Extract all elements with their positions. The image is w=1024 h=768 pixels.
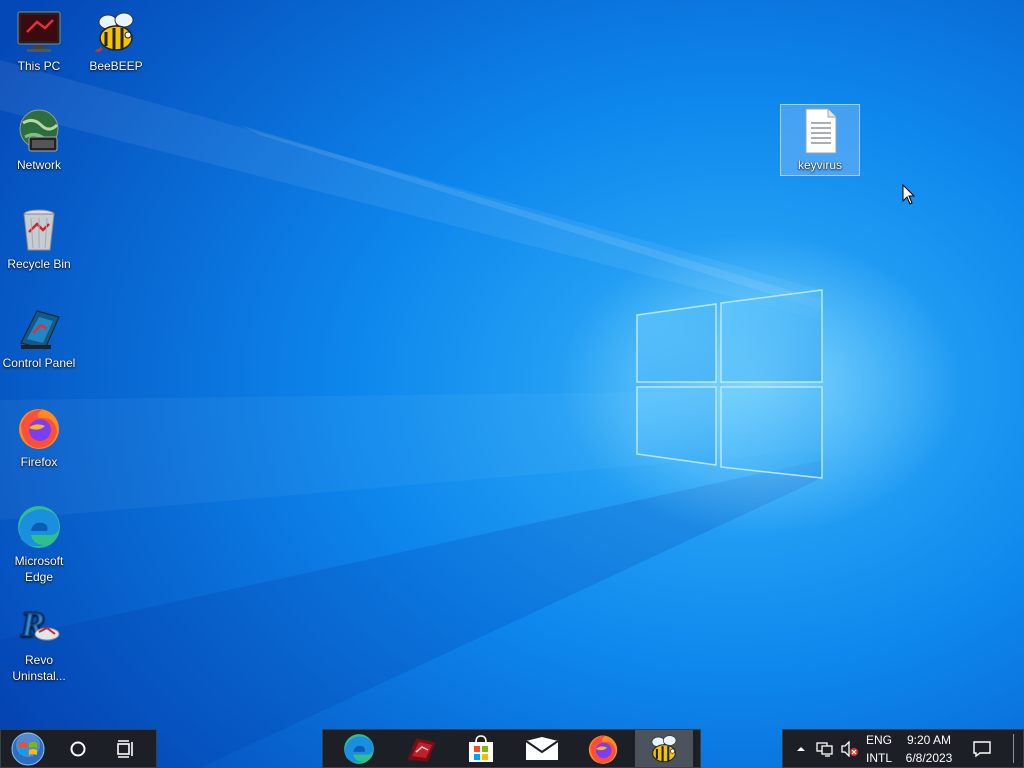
desktop-icon-label: Microsoft Edge xyxy=(14,554,64,584)
taskbar-beebeep-button[interactable] xyxy=(635,730,693,767)
desktop-icon-label: BeeBEEP xyxy=(89,59,143,73)
beebeep-icon xyxy=(651,734,677,762)
taskbar-mail-button[interactable] xyxy=(511,730,573,767)
task-view-icon xyxy=(117,739,133,758)
system-tray: ENG INTL 9:20 AM 6/8/2023 xyxy=(782,729,1024,768)
beebeep-icon xyxy=(94,12,134,53)
desktop-icon-microsoft-edge[interactable]: Microsoft Edge xyxy=(0,503,78,585)
network-tray-icon xyxy=(816,741,833,757)
mail-icon xyxy=(525,736,559,760)
language-indicator[interactable]: ENG INTL xyxy=(863,731,895,767)
task-view-button[interactable] xyxy=(105,730,147,767)
taskbar-edge-button[interactable] xyxy=(329,730,389,767)
circle-search-icon xyxy=(70,741,86,756)
show-desktop-button[interactable] xyxy=(1013,734,1014,763)
taskbar-store-button[interactable] xyxy=(451,730,511,767)
desktop-icon-this-pc[interactable]: This PC xyxy=(0,8,78,74)
clock-date: 6/8/2023 xyxy=(905,751,953,765)
language-top-label: ENG xyxy=(865,733,892,747)
action-center-button[interactable] xyxy=(967,730,997,767)
taskbar-firefox-button[interactable] xyxy=(573,730,633,767)
desktop-icon-network[interactable]: Network xyxy=(0,107,78,173)
desktop-icon-label: Recycle Bin xyxy=(7,257,71,271)
desktop-icon-recycle-bin[interactable]: Recycle Bin xyxy=(0,206,78,272)
desktop-icon-beebeep[interactable]: BeeBEEP xyxy=(77,8,155,74)
taskbar-red-app-button[interactable] xyxy=(391,730,451,767)
firefox-icon xyxy=(19,409,59,449)
desktop-wallpaper xyxy=(0,0,1024,768)
desktop-icon-keyvirus[interactable]: keyvirus xyxy=(780,104,860,176)
show-hidden-icons-button[interactable] xyxy=(791,730,811,767)
desktop-icon-label: Network xyxy=(16,158,61,172)
mouse-cursor-icon xyxy=(902,184,916,205)
language-bottom-label: INTL xyxy=(865,751,892,765)
start-button[interactable] xyxy=(3,730,53,767)
windows-orb-icon xyxy=(11,732,45,765)
edge-icon xyxy=(18,506,60,548)
desktop-icon-label: Firefox xyxy=(20,455,58,469)
network-tray-button[interactable] xyxy=(813,730,837,767)
volume-muted-icon xyxy=(841,740,858,757)
notifications-icon xyxy=(973,740,991,757)
desktop-icon-revo-uninstaller[interactable]: R Revo Uninstal... xyxy=(0,602,78,684)
search-button[interactable] xyxy=(57,730,99,767)
text-file-icon xyxy=(805,108,837,154)
recycle-bin-icon xyxy=(23,209,55,251)
desktop-icon-control-panel[interactable]: Control Panel xyxy=(0,305,78,371)
firefox-icon xyxy=(588,735,618,764)
red-app-icon xyxy=(406,736,437,763)
desktop-icon-label: Control Panel xyxy=(2,356,76,370)
network-icon xyxy=(19,109,59,152)
desktop-icon-label: keyvirus xyxy=(797,158,842,172)
clock-time: 9:20 AM xyxy=(906,733,952,747)
desktop-icon-firefox[interactable]: Firefox xyxy=(0,404,78,470)
taskbar-left xyxy=(0,729,157,768)
chevron-up-icon xyxy=(797,746,805,751)
control-panel-icon xyxy=(20,310,60,350)
desktop-icon-label: This PC xyxy=(17,59,61,73)
revo-uninstaller-icon: R xyxy=(20,604,60,645)
clock[interactable]: 9:20 AM 6/8/2023 xyxy=(899,731,959,767)
desktop-icon-label: Revo Uninstal... xyxy=(12,653,66,683)
store-icon xyxy=(469,734,493,762)
this-pc-icon xyxy=(17,11,61,52)
taskbar-pinned-apps xyxy=(322,729,701,768)
volume-tray-button[interactable] xyxy=(839,730,861,767)
edge-icon xyxy=(344,733,374,764)
